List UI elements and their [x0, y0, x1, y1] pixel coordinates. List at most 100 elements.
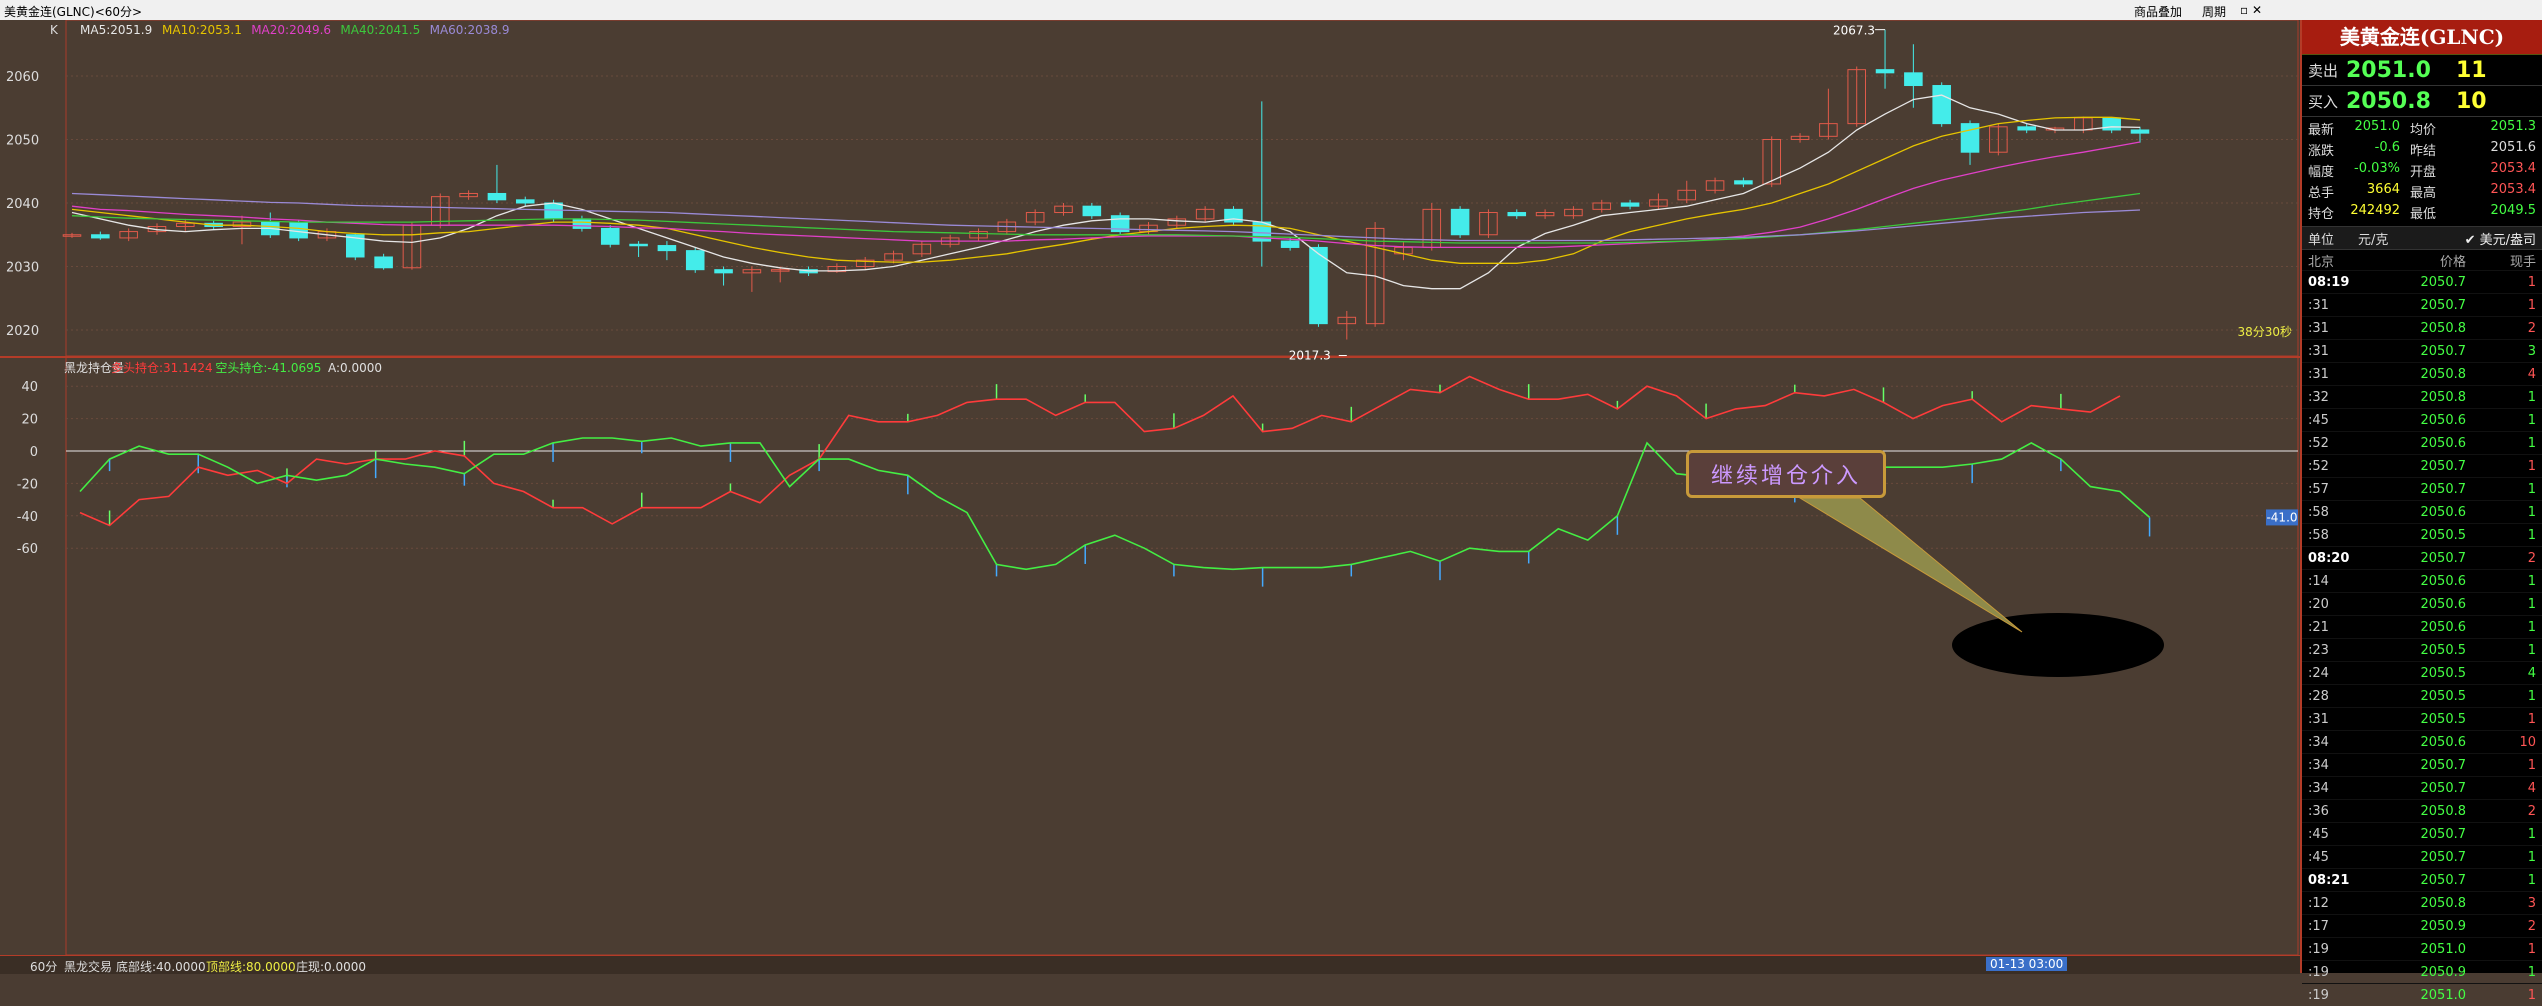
- tick-row[interactable]: :34 2050.6 10: [2302, 730, 2542, 753]
- stat-label: 开盘: [2410, 165, 2437, 180]
- sub-y-tick: -20: [17, 477, 38, 492]
- tick-row[interactable]: :24 2050.5 4: [2302, 661, 2542, 684]
- tick-row[interactable]: :20 2050.6 1: [2302, 592, 2542, 615]
- tick-qty: 1: [2527, 872, 2536, 888]
- tick-qty: 3: [2527, 895, 2536, 911]
- tick-qty: 1: [2527, 619, 2536, 635]
- tick-time: :52: [2308, 435, 2329, 451]
- tick-price: 2050.5: [2420, 527, 2467, 543]
- stat-label: 涨跌: [2308, 144, 2335, 159]
- tick-row[interactable]: :31 2050.7 3: [2302, 339, 2542, 362]
- tick-row[interactable]: :45 2050.7 1: [2302, 845, 2542, 868]
- tick-price: 2050.7: [2420, 780, 2467, 796]
- tick-row[interactable]: :45 2050.7 1: [2302, 822, 2542, 845]
- tick-price: 2050.7: [2420, 826, 2467, 842]
- main-y-tick: 2030: [6, 261, 39, 276]
- ticks-header-qty: 现手: [2509, 254, 2536, 270]
- tick-time: :31: [2308, 366, 2329, 382]
- unit-value[interactable]: 元/克: [2358, 229, 2438, 248]
- buy-row[interactable]: 买入 2050.8 10: [2302, 86, 2542, 117]
- candle-body: [1932, 85, 1951, 125]
- countdown-label: 38分30秒: [2237, 325, 2292, 339]
- tick-row[interactable]: :31 2050.8 2: [2302, 316, 2542, 339]
- kline-chart[interactable]: 20202030204020502060-60-40-2002040K MA5:2…: [0, 20, 2300, 955]
- tick-row[interactable]: 08:20 2050.7 2: [2302, 546, 2542, 569]
- tick-qty: 1: [2527, 274, 2536, 290]
- tick-row[interactable]: :58 2050.5 1: [2302, 523, 2542, 546]
- tick-row[interactable]: :19 2051.0 1: [2302, 937, 2542, 960]
- sell-label: 卖出: [2308, 61, 2339, 80]
- highlight-ellipse: [1952, 613, 2164, 677]
- tick-row[interactable]: 08:19 2050.7 1: [2302, 270, 2542, 293]
- tick-row[interactable]: 08:21 2050.7 1: [2302, 868, 2542, 891]
- stat-value: 2049.5: [2490, 203, 2537, 218]
- tick-qty: 1: [2527, 297, 2536, 313]
- tick-qty: 1: [2527, 527, 2536, 543]
- tick-qty: 10: [2519, 734, 2536, 750]
- unit-row[interactable]: 单位 元/克 ✔ 美元/盎司: [2302, 227, 2542, 250]
- tick-row[interactable]: :34 2050.7 4: [2302, 776, 2542, 799]
- candle-body: [629, 243, 648, 247]
- tick-price: 2050.5: [2420, 711, 2467, 727]
- sub-y-tick: 40: [21, 380, 38, 395]
- annotation-callout: 继续增仓介入: [1686, 450, 1886, 498]
- tick-time: :12: [2308, 895, 2329, 911]
- candle-body: [1309, 246, 1328, 325]
- tick-row[interactable]: :52 2050.7 1: [2302, 454, 2542, 477]
- tick-price: 2050.7: [2420, 872, 2467, 888]
- tick-time: :31: [2308, 711, 2329, 727]
- compare-button[interactable]: 商品叠加: [2130, 2, 2186, 21]
- candle-body: [374, 256, 393, 269]
- tick-row[interactable]: :21 2050.6 1: [2302, 615, 2542, 638]
- sell-row[interactable]: 卖出 2051.0 11: [2302, 55, 2542, 86]
- tick-row[interactable]: :19 2050.9 1: [2302, 960, 2542, 983]
- tick-qty: 1: [2527, 435, 2536, 451]
- stat-value: 242492: [2350, 203, 2400, 218]
- tick-time: :32: [2308, 389, 2329, 405]
- tick-time: :20: [2308, 596, 2329, 612]
- tick-row[interactable]: :31 2050.7 1: [2302, 293, 2542, 316]
- tick-qty: 2: [2527, 918, 2536, 934]
- tick-row[interactable]: :36 2050.8 2: [2302, 799, 2542, 822]
- cursor-time-tag: 01-13 03:00: [1986, 957, 2068, 971]
- period-button[interactable]: 周期: [2198, 2, 2230, 21]
- tick-time: :34: [2308, 780, 2329, 796]
- tick-row[interactable]: :34 2050.7 1: [2302, 753, 2542, 776]
- ticks-header-time: 北京: [2308, 254, 2335, 270]
- candle-body: [487, 192, 507, 201]
- ticks-list[interactable]: 08:19 2050.7 1:31 2050.7 1:31 2050.8 2:31 2050.…: [2302, 270, 2542, 1006]
- ma-legend-item: MA5:2051.9: [80, 23, 152, 37]
- tick-price: 2050.8: [2420, 803, 2467, 819]
- stat-label: 最新: [2308, 123, 2335, 138]
- tick-price: 2050.6: [2420, 596, 2467, 612]
- ma-legend-item: MA60:2038.9: [430, 23, 510, 37]
- tick-row[interactable]: :28 2050.5 1: [2302, 684, 2542, 707]
- tick-row[interactable]: :14 2050.6 1: [2302, 569, 2542, 592]
- tick-row[interactable]: :45 2050.6 1: [2302, 408, 2542, 431]
- tick-time: :34: [2308, 757, 2329, 773]
- tick-row[interactable]: :12 2050.8 3: [2302, 891, 2542, 914]
- tick-row[interactable]: :57 2050.7 1: [2302, 477, 2542, 500]
- tick-price: 2050.6: [2420, 435, 2467, 451]
- tick-row[interactable]: :23 2050.5 1: [2302, 638, 2542, 661]
- candle-body: [1734, 180, 1753, 185]
- window-controls[interactable]: ▫ ✕: [2236, 2, 2266, 18]
- tick-row[interactable]: :17 2050.9 2: [2302, 914, 2542, 937]
- chart-area[interactable]: 2020 2030 2040 2050 2060 -60 -40 -20 0 20 40 K MA5:2…: [0, 20, 2300, 973]
- tick-row[interactable]: :19 2051.0 1: [2302, 983, 2542, 1006]
- tick-price: 2050.8: [2420, 389, 2467, 405]
- tick-row[interactable]: :32 2050.8 1: [2302, 385, 2542, 408]
- tick-time: :31: [2308, 297, 2329, 313]
- unit-alt[interactable]: ✔ 美元/盎司: [2438, 229, 2536, 248]
- tick-time: :58: [2308, 504, 2329, 520]
- tick-row[interactable]: :52 2050.6 1: [2302, 431, 2542, 454]
- tick-time: 08:19: [2308, 274, 2350, 290]
- tick-row[interactable]: :31 2050.8 4: [2302, 362, 2542, 385]
- tick-time: 08:21: [2308, 872, 2350, 888]
- period-label[interactable]: 60分: [30, 958, 57, 975]
- ma-legend-item: MA20:2049.6: [251, 23, 331, 37]
- tick-row[interactable]: :58 2050.6 1: [2302, 500, 2542, 523]
- tick-row[interactable]: :31 2050.5 1: [2302, 707, 2542, 730]
- tick-price: 2050.6: [2420, 412, 2467, 428]
- ticks-header: 北京 价格 现手: [2302, 250, 2542, 270]
